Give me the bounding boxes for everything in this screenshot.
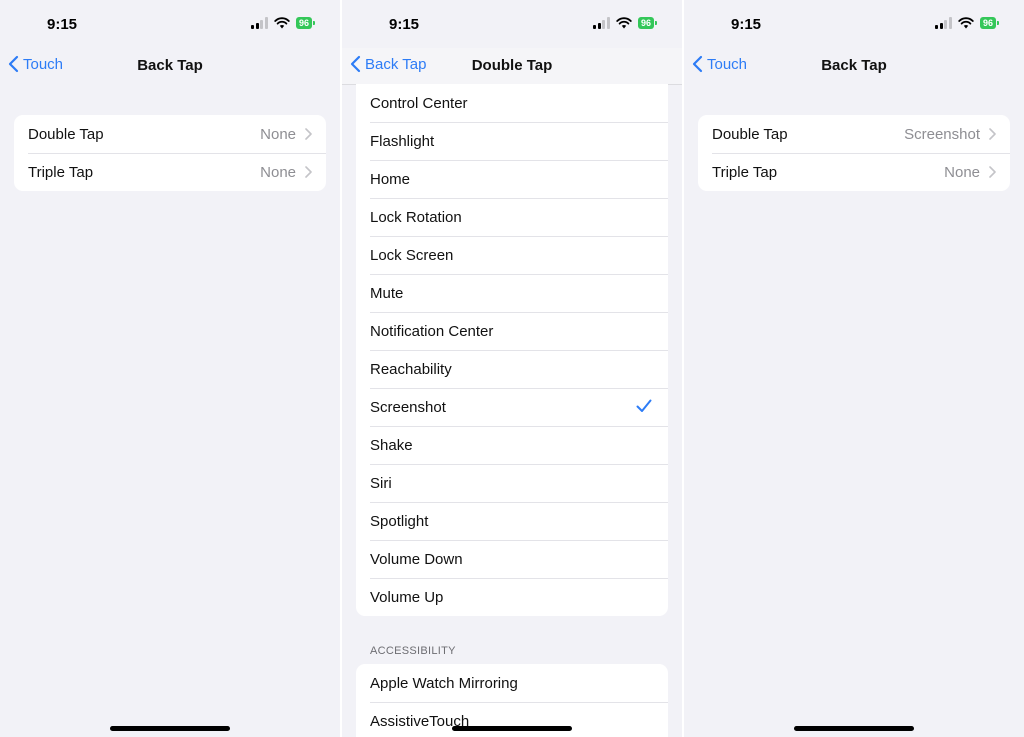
navigation-bar: Back Tap Double Tap	[342, 48, 682, 85]
option-screenshot[interactable]: Screenshot	[356, 388, 668, 426]
option-flashlight[interactable]: Flashlight	[356, 122, 668, 160]
status-time: 9:15	[731, 16, 762, 33]
option-shake[interactable]: Shake	[356, 426, 668, 464]
double-tap-row[interactable]: Double Tap None	[14, 115, 326, 153]
status-bar: 9:15 96	[684, 0, 1024, 48]
back-tap-settings-group: Double Tap Screenshot Triple Tap None	[698, 115, 1010, 191]
option-label: Apple Watch Mirroring	[370, 674, 518, 692]
battery-icon: 96	[637, 17, 658, 29]
home-indicator[interactable]	[110, 726, 230, 731]
status-time: 9:15	[389, 16, 420, 33]
option-label: Notification Center	[370, 322, 494, 340]
system-actions-group: Control Center Flashlight Home Lock Rota…	[356, 84, 668, 616]
row-value: None	[260, 125, 296, 143]
row-label: Double Tap	[28, 125, 104, 143]
option-assistivetouch[interactable]: AssistiveTouch	[356, 702, 668, 737]
signal-icon	[593, 17, 610, 29]
chevron-right-icon	[305, 128, 312, 140]
option-label: Screenshot	[370, 398, 446, 416]
triple-tap-row[interactable]: Triple Tap None	[698, 153, 1010, 191]
option-label: Spotlight	[370, 512, 429, 530]
back-label: Back Tap	[365, 55, 427, 73]
navigation-bar: Touch Back Tap	[684, 48, 1024, 84]
status-icons: 96	[935, 17, 1000, 29]
option-volume-up[interactable]: Volume Up	[356, 578, 668, 616]
double-tap-row[interactable]: Double Tap Screenshot	[698, 115, 1010, 153]
back-tap-screen-before: 9:15 96 Touch Back Tap Double Tap None T…	[0, 0, 340, 737]
signal-icon	[251, 17, 268, 29]
status-icons: 96	[593, 17, 658, 29]
option-label: Shake	[370, 436, 413, 454]
option-label: Lock Screen	[370, 246, 454, 264]
option-label: Siri	[370, 474, 392, 492]
option-apple-watch-mirroring[interactable]: Apple Watch Mirroring	[356, 664, 668, 702]
wifi-icon	[958, 17, 974, 29]
option-mute[interactable]: Mute	[356, 274, 668, 312]
back-button-back-tap[interactable]: Back Tap	[350, 55, 426, 73]
battery-icon: 96	[295, 17, 316, 29]
option-control-center[interactable]: Control Center	[356, 84, 668, 122]
option-label: Volume Down	[370, 550, 463, 568]
option-home[interactable]: Home	[356, 160, 668, 198]
wifi-icon	[274, 17, 290, 29]
option-label: Reachability	[370, 360, 452, 378]
chevron-right-icon	[989, 128, 996, 140]
wifi-icon	[616, 17, 632, 29]
back-tap-settings-group: Double Tap None Triple Tap None	[14, 115, 326, 191]
option-spotlight[interactable]: Spotlight	[356, 502, 668, 540]
option-lock-screen[interactable]: Lock Screen	[356, 236, 668, 274]
option-label: Mute	[370, 284, 404, 302]
chevron-right-icon	[305, 166, 312, 178]
row-value: None	[944, 163, 980, 181]
home-indicator[interactable]	[452, 726, 572, 731]
home-indicator[interactable]	[794, 726, 914, 731]
option-notification-center[interactable]: Notification Center	[356, 312, 668, 350]
battery-icon: 96	[979, 17, 1000, 29]
back-button-touch[interactable]: Touch	[692, 55, 747, 73]
back-label: Touch	[707, 55, 748, 73]
checkmark-icon	[636, 399, 652, 412]
option-label: Flashlight	[370, 132, 435, 150]
navigation-bar: Touch Back Tap	[0, 48, 340, 84]
option-volume-down[interactable]: Volume Down	[356, 540, 668, 578]
back-tap-screen-after: 9:15 96 Touch Back Tap Double Tap Screen…	[684, 0, 1024, 737]
signal-icon	[935, 17, 952, 29]
status-bar: 9:15 96	[0, 0, 340, 48]
status-bar: 9:15 96	[342, 0, 682, 48]
option-label: Volume Up	[370, 588, 444, 606]
back-label: Touch	[23, 55, 64, 73]
triple-tap-row[interactable]: Triple Tap None	[14, 153, 326, 191]
option-siri[interactable]: Siri	[356, 464, 668, 502]
option-reachability[interactable]: Reachability	[356, 350, 668, 388]
option-lock-rotation[interactable]: Lock Rotation	[356, 198, 668, 236]
screenshot-sequence: 9:15 96 Touch Back Tap Double Tap None T…	[0, 0, 1024, 737]
status-icons: 96	[251, 17, 316, 29]
option-label: Lock Rotation	[370, 208, 462, 226]
accessibility-section-header: ACCESSIBILITY	[370, 645, 456, 657]
chevron-right-icon	[989, 166, 996, 178]
back-button-touch[interactable]: Touch	[8, 55, 63, 73]
row-value: None	[260, 163, 296, 181]
chevron-left-icon	[350, 55, 361, 73]
option-label: Home	[370, 170, 411, 188]
row-label: Triple Tap	[712, 163, 778, 181]
row-value: Screenshot	[904, 125, 980, 143]
chevron-left-icon	[692, 55, 703, 73]
option-label: Control Center	[370, 94, 468, 112]
double-tap-screen: 9:15 96 Back Tap Double Tap Control Cent…	[342, 0, 682, 737]
chevron-left-icon	[8, 55, 19, 73]
row-label: Double Tap	[712, 125, 788, 143]
row-label: Triple Tap	[28, 163, 94, 181]
status-time: 9:15	[47, 16, 78, 33]
